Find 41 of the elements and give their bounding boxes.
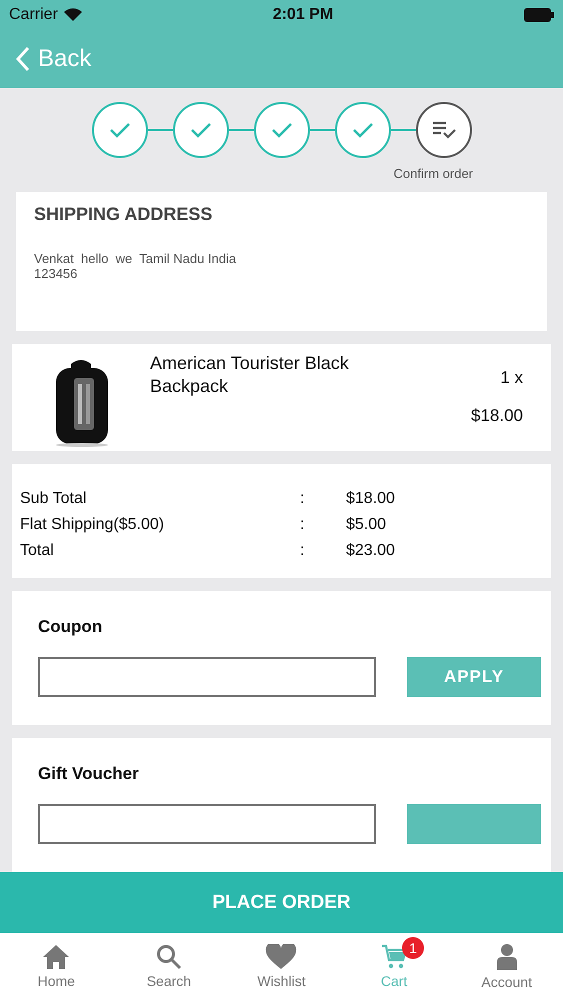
tab-item[interactable]: Account xyxy=(450,933,563,1000)
total-label: Total xyxy=(20,542,55,560)
list-check-icon xyxy=(430,120,456,140)
place-order-button[interactable]: PLACE ORDER xyxy=(0,872,563,933)
colon: : xyxy=(300,542,306,560)
colon: : xyxy=(300,516,306,534)
heart-icon xyxy=(265,944,298,970)
total-value: $23.00 xyxy=(346,542,396,560)
battery-icon xyxy=(524,8,554,22)
tab-item[interactable]: Wishlist xyxy=(225,933,338,1000)
step-label: Confirm order xyxy=(394,166,473,181)
total-label: Sub Total xyxy=(20,490,88,508)
user-icon xyxy=(496,943,518,971)
count-badge: 1 xyxy=(402,937,424,959)
quantity: 1 x xyxy=(500,368,523,388)
product-name: American Tourister Black Backpack xyxy=(150,352,350,398)
clock: 2:01 PM xyxy=(272,6,334,24)
colon: : xyxy=(300,490,306,508)
tab-item[interactable]: Cart 1 xyxy=(338,933,450,1000)
total-value: $5.00 xyxy=(346,516,388,534)
search-icon xyxy=(156,944,182,970)
check-icon xyxy=(352,122,374,138)
total-label: Flat Shipping($5.00) xyxy=(20,516,166,534)
check-icon xyxy=(190,122,212,138)
input-field[interactable] xyxy=(38,804,376,844)
tab-item[interactable]: Home xyxy=(0,933,113,1000)
input-field[interactable] xyxy=(38,657,376,697)
form-title: Gift Voucher xyxy=(38,764,140,784)
chevron-left-icon xyxy=(16,46,30,72)
address-text: Venkat hello we Tamil Nadu India 123456 xyxy=(34,251,238,281)
total-value: $18.00 xyxy=(346,490,396,508)
tab-item[interactable]: Search xyxy=(112,933,226,1000)
section-title: SHIPPING ADDRESS xyxy=(34,204,214,225)
price: $18.00 xyxy=(471,406,523,426)
carrier-name: Carrier xyxy=(9,6,58,24)
check-icon xyxy=(270,122,292,138)
home-icon xyxy=(42,944,70,970)
check-icon xyxy=(108,122,130,138)
cart-icon xyxy=(381,944,408,970)
wifi-icon xyxy=(64,8,82,22)
form-title: Coupon xyxy=(38,617,104,637)
